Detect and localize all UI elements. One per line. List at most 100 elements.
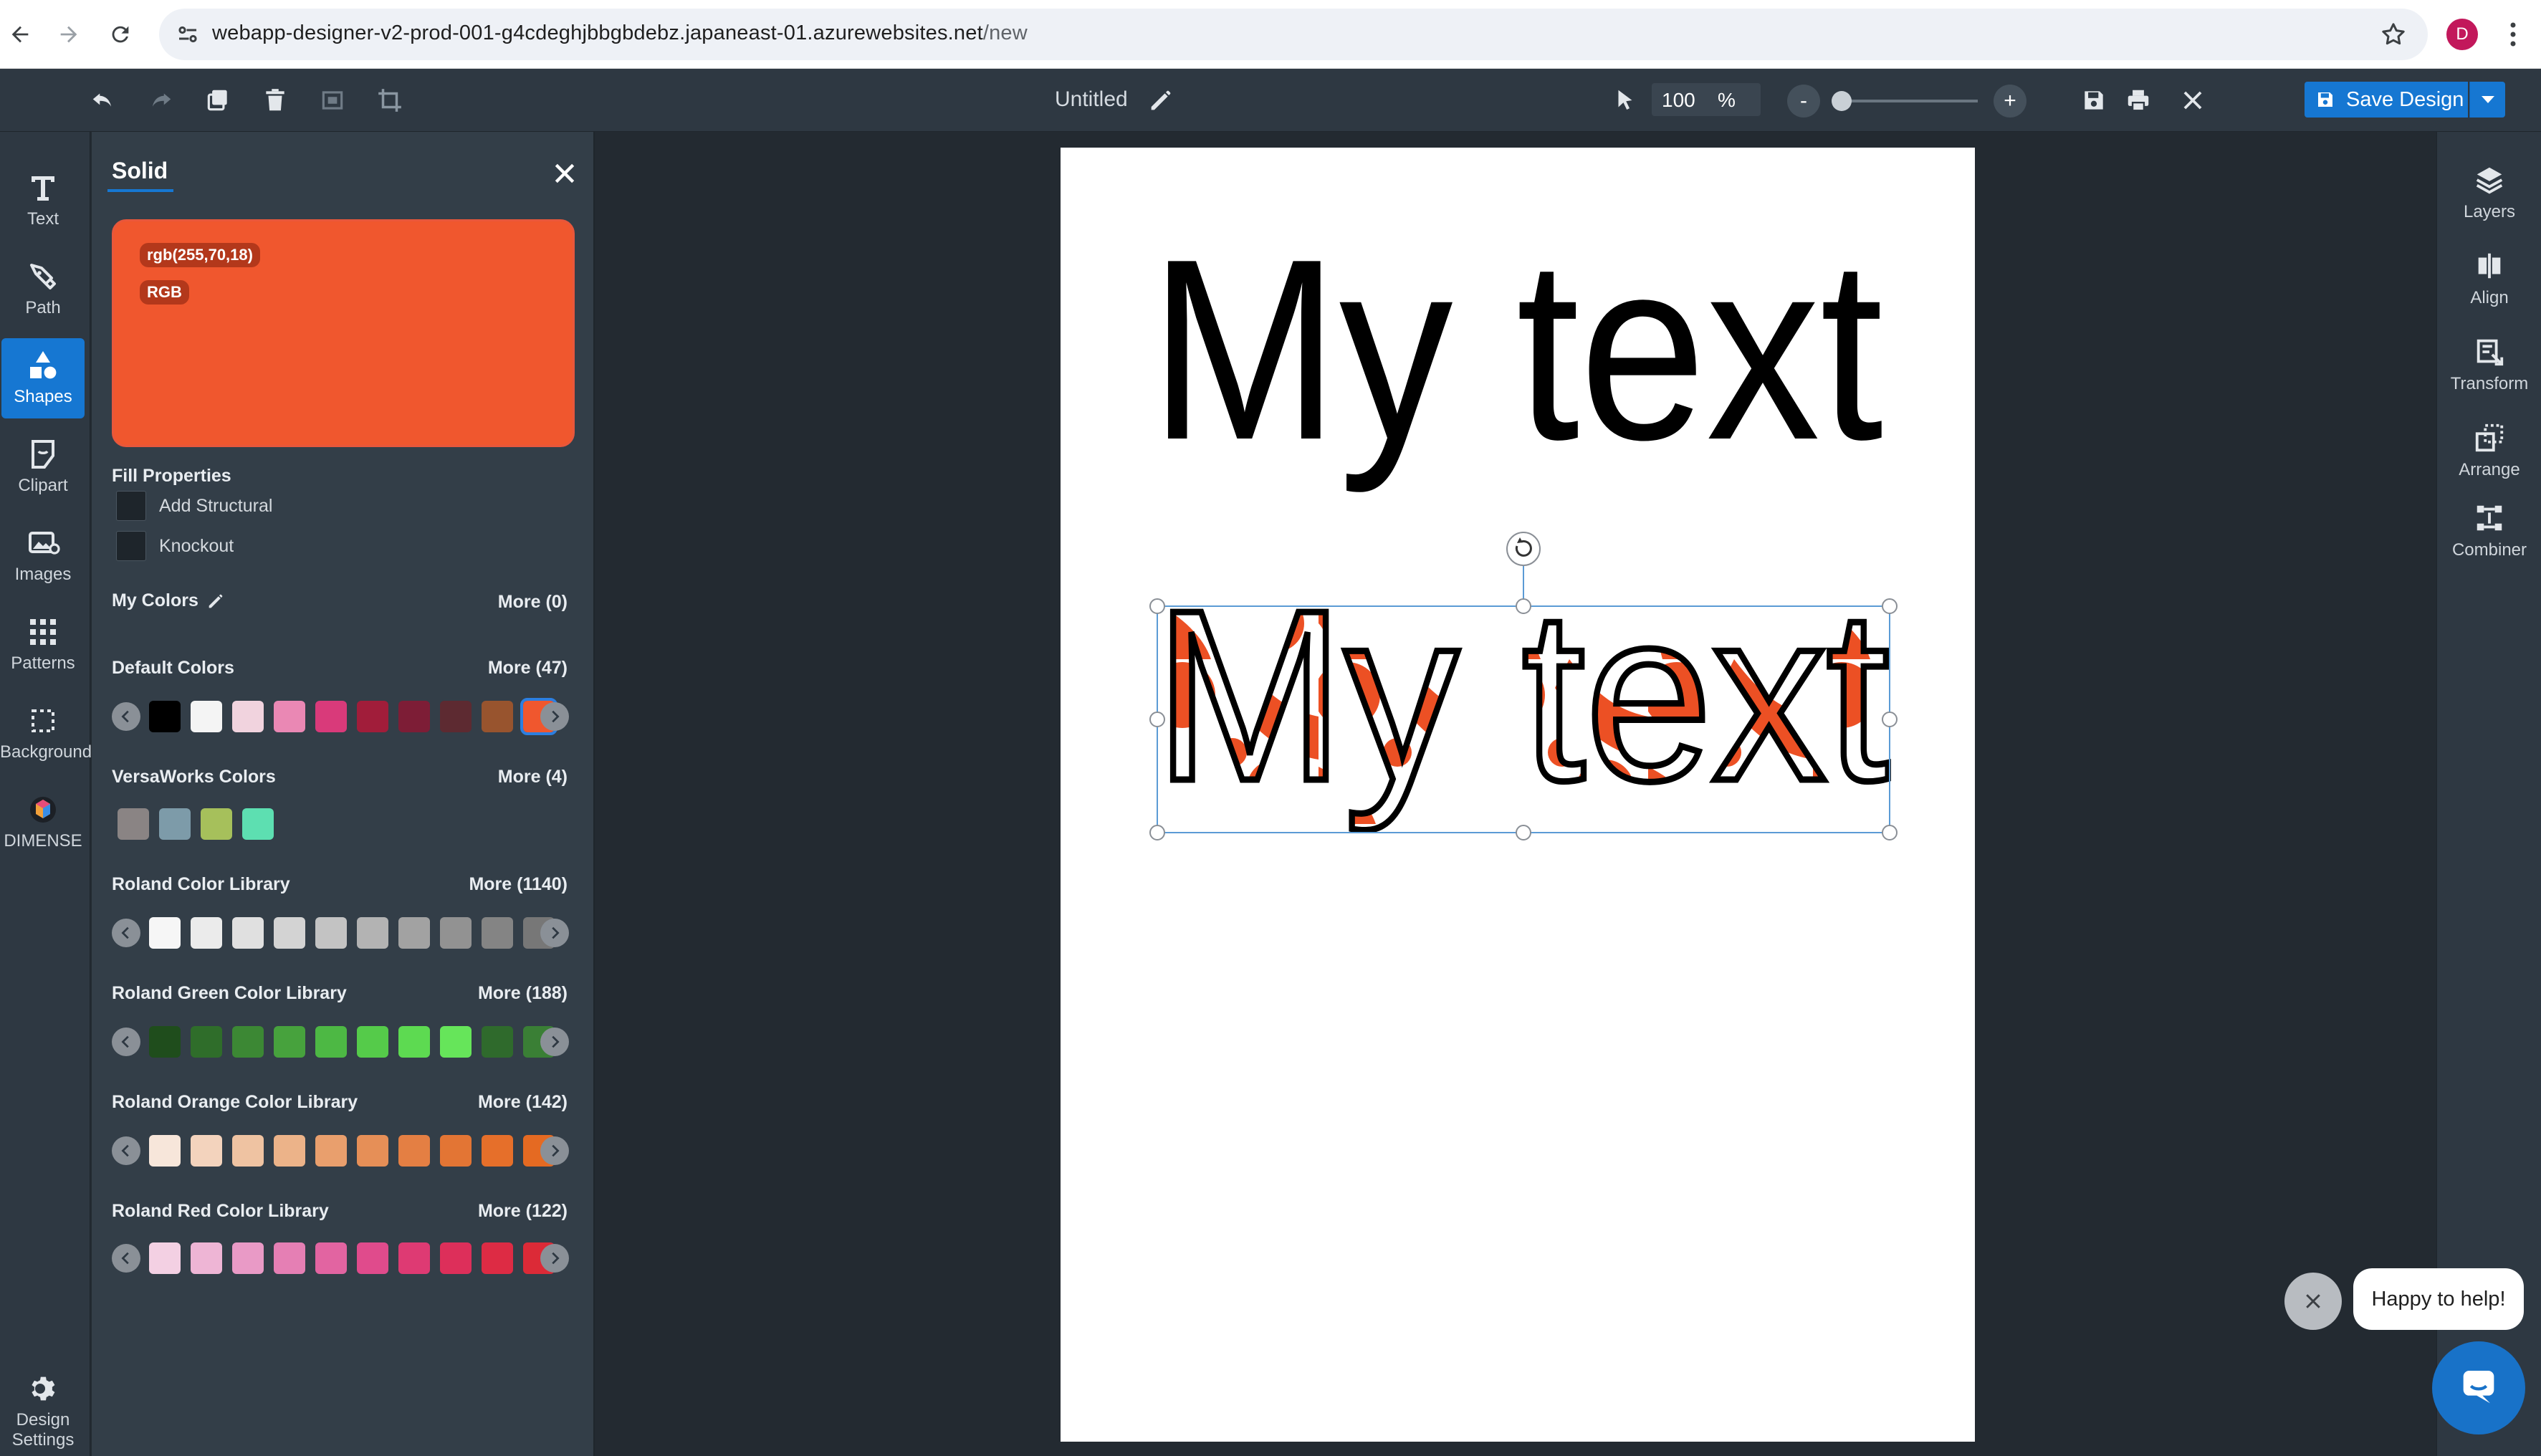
color-swatch[interactable] <box>149 1242 181 1274</box>
color-swatch[interactable] <box>201 808 232 840</box>
section-more-link[interactable]: More (142) <box>478 1092 568 1113</box>
color-swatch[interactable] <box>315 701 347 732</box>
scroll-left-button[interactable] <box>112 702 140 731</box>
rail-item-clipart[interactable]: Clipart <box>0 427 86 507</box>
bookmark-star-icon[interactable] <box>2379 20 2408 49</box>
color-swatch[interactable] <box>440 1242 472 1274</box>
save-icon-button[interactable] <box>2077 83 2111 118</box>
color-swatch[interactable] <box>440 917 472 949</box>
profile-avatar[interactable]: D <box>2446 19 2478 50</box>
add-structural-option[interactable]: Add Structural <box>116 490 272 522</box>
color-swatch[interactable] <box>398 701 430 732</box>
close-design-button[interactable] <box>2176 83 2210 118</box>
zoom-slider-knob[interactable] <box>1832 91 1852 111</box>
scroll-left-button[interactable] <box>112 1136 140 1165</box>
color-swatch[interactable] <box>149 1135 181 1167</box>
color-swatch[interactable] <box>118 808 149 840</box>
my-colors-more[interactable]: More (0) <box>498 592 568 613</box>
rail-item-images[interactable]: Images <box>0 516 86 596</box>
color-swatch[interactable] <box>191 1026 222 1058</box>
print-button[interactable] <box>2121 83 2155 118</box>
close-icon[interactable] <box>550 159 579 188</box>
section-more-link[interactable]: More (4) <box>498 767 568 787</box>
color-swatch[interactable] <box>232 1026 264 1058</box>
site-info-icon[interactable] <box>175 21 201 47</box>
color-swatch[interactable] <box>482 1242 513 1274</box>
section-more-link[interactable]: More (1140) <box>469 874 568 895</box>
color-swatch[interactable] <box>398 1135 430 1167</box>
section-more-link[interactable]: More (122) <box>478 1201 568 1222</box>
redo-button[interactable] <box>143 83 178 118</box>
chat-launcher-button[interactable] <box>2432 1341 2525 1435</box>
scroll-right-button[interactable] <box>540 1244 569 1273</box>
color-swatch[interactable] <box>482 1026 513 1058</box>
color-swatch[interactable] <box>315 1026 347 1058</box>
color-swatch[interactable] <box>357 701 388 732</box>
select-tool-button[interactable] <box>1608 83 1642 118</box>
color-swatch[interactable] <box>315 917 347 949</box>
color-swatch[interactable] <box>440 1026 472 1058</box>
dismiss-help-button[interactable] <box>2284 1273 2342 1330</box>
add-structural-checkbox[interactable] <box>116 491 146 521</box>
rail-item-transform[interactable]: Transform <box>2437 335 2541 394</box>
scroll-left-button[interactable] <box>112 919 140 947</box>
color-swatch[interactable] <box>149 917 181 949</box>
color-swatch[interactable] <box>357 1026 388 1058</box>
color-swatch[interactable] <box>315 1135 347 1167</box>
browser-menu-button[interactable] <box>2502 17 2524 52</box>
forward-button[interactable] <box>49 14 89 54</box>
delete-button[interactable] <box>258 83 292 118</box>
color-swatch[interactable] <box>398 917 430 949</box>
section-more-link[interactable]: More (188) <box>478 983 568 1004</box>
rail-item-shapes[interactable]: Shapes <box>1 338 85 418</box>
rail-item-text[interactable]: Text <box>0 161 86 241</box>
knockout-option[interactable]: Knockout <box>116 530 234 562</box>
color-swatch[interactable] <box>482 701 513 732</box>
rail-item-layers[interactable]: Layers <box>2437 163 2541 222</box>
reload-button[interactable] <box>100 14 140 54</box>
color-swatch[interactable] <box>398 1242 430 1274</box>
save-options-dropdown[interactable] <box>2469 82 2505 118</box>
fit-button[interactable] <box>315 83 350 118</box>
duplicate-button[interactable] <box>201 83 235 118</box>
color-swatch[interactable] <box>274 917 305 949</box>
edit-title-icon[interactable] <box>1147 86 1175 115</box>
scroll-right-button[interactable] <box>540 919 569 947</box>
color-swatch[interactable] <box>191 701 222 732</box>
color-swatch[interactable] <box>191 917 222 949</box>
current-color-preview[interactable]: rgb(255,70,18) RGB <box>112 219 575 447</box>
edit-my-colors-icon[interactable] <box>206 591 226 611</box>
scroll-right-button[interactable] <box>540 702 569 731</box>
knockout-checkbox[interactable] <box>116 531 146 561</box>
color-swatch[interactable] <box>232 1242 264 1274</box>
color-swatch[interactable] <box>357 1135 388 1167</box>
color-swatch[interactable] <box>149 1026 181 1058</box>
color-swatch[interactable] <box>398 1026 430 1058</box>
color-swatch[interactable] <box>232 917 264 949</box>
color-swatch[interactable] <box>149 701 181 732</box>
rail-item-path[interactable]: Path <box>0 249 86 330</box>
color-swatch[interactable] <box>482 917 513 949</box>
rail-item-dimense[interactable]: DIMENSE <box>0 782 86 863</box>
color-swatch[interactable] <box>357 917 388 949</box>
color-swatch[interactable] <box>440 1135 472 1167</box>
color-swatch[interactable] <box>232 1135 264 1167</box>
address-bar[interactable]: webapp-designer-v2-prod-001-g4cdeghjbbgb… <box>159 9 2428 60</box>
color-mode-chip[interactable]: RGB <box>140 280 189 305</box>
color-swatch[interactable] <box>242 808 274 840</box>
scroll-left-button[interactable] <box>112 1028 140 1056</box>
save-design-button[interactable]: Save Design <box>2305 82 2468 118</box>
color-swatch[interactable] <box>159 808 191 840</box>
color-swatch[interactable] <box>315 1242 347 1274</box>
color-swatch[interactable] <box>440 701 472 732</box>
section-more-link[interactable]: More (47) <box>488 658 568 679</box>
scroll-right-button[interactable] <box>540 1028 569 1056</box>
color-swatch[interactable] <box>274 701 305 732</box>
rail-item-patterns[interactable]: Patterns <box>0 605 86 685</box>
color-swatch[interactable] <box>274 1135 305 1167</box>
scroll-left-button[interactable] <box>112 1244 140 1273</box>
color-swatch[interactable] <box>232 701 264 732</box>
design-page[interactable] <box>1061 148 1975 1442</box>
color-swatch[interactable] <box>191 1242 222 1274</box>
back-button[interactable] <box>0 14 40 54</box>
